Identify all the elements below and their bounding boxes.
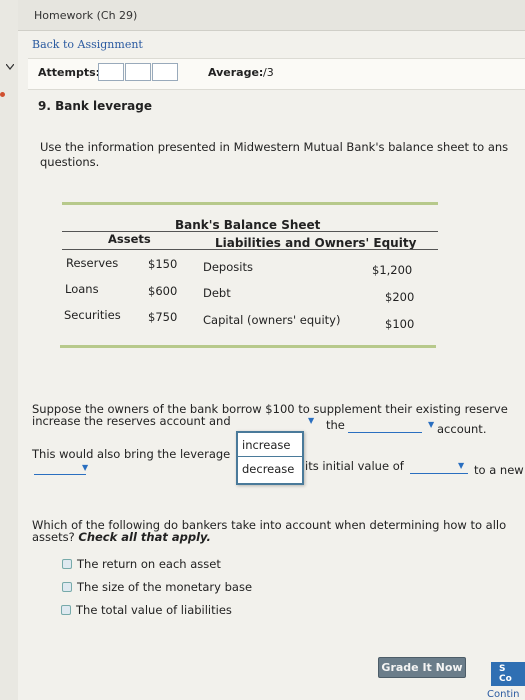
part2-the-word: the bbox=[326, 418, 345, 432]
dropdown-underline bbox=[348, 432, 422, 433]
checkbox-label: The size of the monetary base bbox=[77, 580, 253, 594]
part2-text-line2: increase the reserves account and bbox=[32, 414, 231, 428]
part3-tail: to a new bbox=[474, 463, 524, 477]
table-cell-liability-value: $100 bbox=[385, 317, 415, 331]
reserves-action-dropdown[interactable]: ▼ bbox=[244, 416, 324, 430]
checkbox[interactable] bbox=[61, 605, 71, 615]
question-title: 9. Bank leverage bbox=[38, 99, 152, 113]
part3-text: This would also bring the leverage bbox=[32, 447, 231, 461]
table-cell-liability-value: $1,200 bbox=[372, 263, 413, 277]
account-dropdown[interactable]: ▼ bbox=[348, 418, 435, 434]
attempts-label: Attempts: bbox=[38, 66, 101, 79]
table-divider bbox=[62, 249, 438, 250]
attempt-box bbox=[98, 63, 124, 81]
save-button-line1: S bbox=[499, 664, 506, 674]
average-value: /3 bbox=[263, 66, 274, 79]
table-cell-asset-value: $600 bbox=[148, 284, 178, 298]
part4-prefix: assets? bbox=[32, 530, 79, 544]
table-cell-asset: Reserves bbox=[66, 256, 119, 270]
dropdown-divider bbox=[238, 456, 302, 457]
table-cell-liability: Deposits bbox=[203, 260, 253, 274]
initial-value-dropdown[interactable]: ▼ bbox=[410, 461, 474, 475]
save-continue-button[interactable]: S Co bbox=[491, 662, 525, 686]
table-cell-asset: Securities bbox=[64, 308, 121, 322]
dropdown-option-decrease[interactable]: decrease bbox=[242, 462, 294, 476]
average-label: Average: bbox=[208, 66, 264, 79]
attempt-indicators bbox=[98, 63, 179, 81]
dropdown-arrow-icon: ▼ bbox=[458, 461, 465, 470]
grade-it-now-button[interactable]: Grade It Now bbox=[378, 657, 466, 678]
chevron-down-icon[interactable] bbox=[6, 64, 14, 70]
leverage-direction-dropdown[interactable]: ▼ bbox=[34, 463, 94, 477]
checkbox[interactable] bbox=[62, 582, 72, 592]
dropdown-option-increase[interactable]: increase bbox=[242, 438, 290, 452]
checkbox-option[interactable]: The size of the monetary base bbox=[62, 580, 252, 594]
part3-text-rest: its initial value of bbox=[305, 459, 404, 473]
checkbox-label: The return on each asset bbox=[77, 557, 221, 571]
table-cell-liability-value: $200 bbox=[385, 290, 415, 304]
checkbox[interactable] bbox=[62, 559, 72, 569]
checkbox-option[interactable]: The total value of liabilities bbox=[61, 603, 232, 617]
assets-column-header: Assets bbox=[108, 232, 151, 246]
table-cell-asset-value: $750 bbox=[148, 310, 178, 324]
table-cell-asset-value: $150 bbox=[148, 257, 178, 271]
dropdown-arrow-icon: ▼ bbox=[82, 463, 89, 472]
balance-sheet-title: Bank's Balance Sheet bbox=[175, 218, 321, 232]
question-intro-line2: questions. bbox=[40, 155, 100, 169]
part2-account-word: account. bbox=[437, 422, 487, 436]
table-cell-asset: Loans bbox=[65, 282, 99, 296]
attempt-box bbox=[152, 63, 178, 81]
back-to-assignment-link[interactable]: Back to Assignment bbox=[32, 38, 143, 51]
table-cell-liability: Debt bbox=[203, 286, 231, 300]
checkbox-label: The total value of liabilities bbox=[76, 603, 232, 617]
part4-emphasis: Check all that apply. bbox=[78, 530, 211, 544]
attempt-box bbox=[125, 63, 151, 81]
table-cell-liability: Capital (owners' equity) bbox=[203, 313, 341, 327]
dropdown-menu: increase decrease bbox=[236, 431, 304, 485]
dropdown-underline bbox=[34, 474, 86, 475]
question-intro-line1: Use the information presented in Midwest… bbox=[40, 140, 509, 154]
part4-question-line2: assets? Check all that apply. bbox=[32, 530, 211, 544]
save-button-line2: Co bbox=[499, 674, 512, 684]
assignment-title: Homework (Ch 29) bbox=[34, 9, 138, 22]
liabilities-column-header: Liabilities and Owners' Equity bbox=[215, 236, 417, 250]
table-top-rule bbox=[62, 202, 438, 205]
dropdown-arrow-icon: ▼ bbox=[428, 420, 435, 429]
dropdown-arrow-icon: ▼ bbox=[308, 416, 315, 425]
table-bottom-rule bbox=[60, 345, 436, 348]
checkbox-option[interactable]: The return on each asset bbox=[62, 557, 221, 571]
continue-link[interactable]: Contin bbox=[487, 689, 519, 700]
dropdown-underline bbox=[410, 473, 468, 474]
status-dot bbox=[0, 92, 5, 97]
